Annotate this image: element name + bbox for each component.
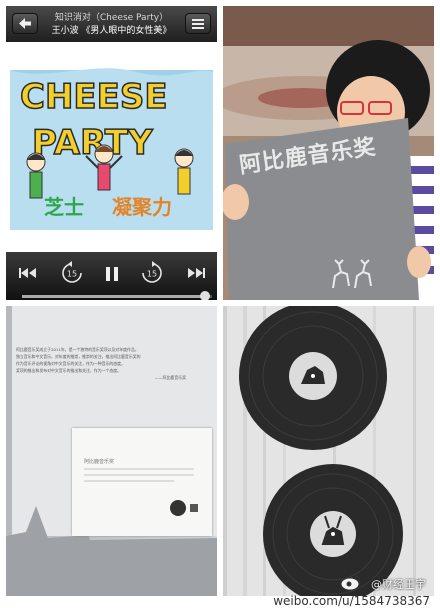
- next-track-button[interactable]: [184, 266, 208, 284]
- small-logo-icon: [190, 504, 198, 512]
- previous-track-icon: [19, 268, 36, 278]
- forward-15-button[interactable]: 15: [140, 261, 164, 289]
- svg-text:15: 15: [67, 270, 77, 279]
- next-track-icon: [188, 268, 205, 278]
- weibo-url: weibo.com/u/1584738367: [273, 594, 430, 608]
- previous-track-button[interactable]: [16, 266, 40, 284]
- back-button[interactable]: [12, 13, 38, 34]
- progress-fill: [22, 295, 204, 298]
- vinyl-record-1: [239, 306, 387, 450]
- player-top-bar: 知识消对（Cheese Party） 王小波 《男人眼中的女性美》: [6, 6, 217, 42]
- playback-controls: 15 15: [6, 252, 217, 300]
- track-list-icon: [192, 19, 204, 29]
- rewind-15-button[interactable]: 15: [60, 261, 84, 289]
- vinyl-records: [223, 306, 434, 596]
- album-booklet: 阿比鹿音乐奖成立于2011年，是一个独特的音乐奖项以及对年度作品， 独立音乐和中…: [6, 306, 217, 596]
- album-subtitle-right: 凝聚力: [112, 195, 172, 219]
- svg-text:15: 15: [147, 270, 157, 279]
- forward-15-icon: 15: [142, 261, 162, 283]
- progress-thumb[interactable]: [200, 291, 210, 300]
- card-title: 阿比鹿音乐奖: [84, 459, 115, 465]
- album-title-line1: CHEESE: [20, 77, 168, 117]
- booklet-card: 阿比鹿音乐奖: [72, 428, 212, 536]
- album-subtitle-left: 芝士: [44, 195, 84, 219]
- deer-emblem-icon: [170, 500, 186, 516]
- pause-icon: [106, 267, 118, 281]
- music-player: 知识消对（Cheese Party） 王小波 《男人眼中的女性美》 CHEESE…: [6, 6, 217, 300]
- pause-button[interactable]: [100, 266, 124, 286]
- track-list-button[interactable]: [185, 13, 211, 34]
- weibo-handle: @财经王宇: [371, 578, 426, 591]
- track-subtitle: 王小波 《男人眼中的女性美》: [51, 26, 172, 36]
- progress-slider[interactable]: [22, 291, 212, 300]
- photo-holding-vinyl: 阿比鹿音乐奖: [223, 6, 434, 300]
- back-arrow-icon: [19, 18, 31, 29]
- weibo-logo-icon: [340, 575, 361, 591]
- album-title-line2: PARTY: [32, 123, 153, 163]
- track-title: 知识消对（Cheese Party）: [54, 13, 169, 23]
- rewind-15-icon: 15: [62, 261, 82, 283]
- album-art: CHEESE PARTY 芝士 凝聚力: [6, 42, 217, 252]
- deer-logo-icon: [332, 259, 372, 289]
